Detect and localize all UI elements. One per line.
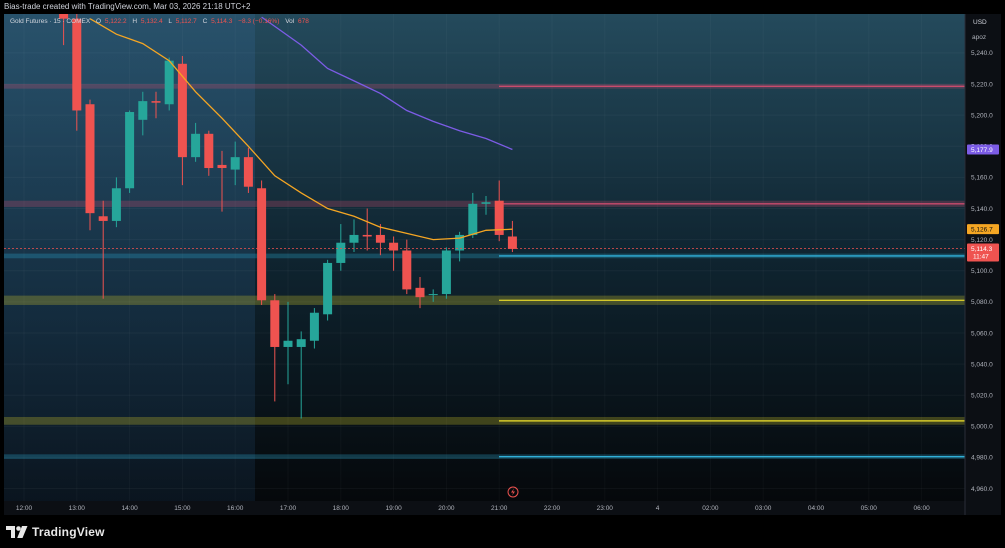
time-tick-label: 05:00 xyxy=(861,505,878,512)
attribution-text: Bias-trade created with TradingView.com,… xyxy=(4,2,251,11)
price-tick-label: 5,080.0 xyxy=(971,299,993,306)
attribution-bar: Bias-trade created with TradingView.com,… xyxy=(0,0,1005,14)
candle-body xyxy=(138,101,148,120)
time-tick-label: 14:00 xyxy=(121,505,138,512)
candle-body xyxy=(230,157,240,170)
tradingview-logo[interactable]: TradingView xyxy=(6,525,105,539)
candle-body xyxy=(257,188,267,301)
candle-body xyxy=(441,250,451,295)
candle-body xyxy=(177,63,187,158)
symbol-name: Gold Futures · 15 · COMEX xyxy=(10,18,91,25)
price-tick-label: 5,240.0 xyxy=(971,50,993,57)
candle-body xyxy=(468,203,478,235)
symbol-legend[interactable]: Gold Futures · 15 · COMEX O 5,122.2 H 5,… xyxy=(10,18,309,25)
footer-bar: TradingView xyxy=(0,515,1005,548)
candle-body xyxy=(428,294,438,296)
time-tick-label: 02:00 xyxy=(702,505,719,512)
price-tick-label: 5,000.0 xyxy=(971,424,993,431)
candle-body xyxy=(349,234,359,243)
price-axis-labels: 4,960.0 4,980.0 5,000.0 5,020.0 5,040.0 5,060… xyxy=(971,50,993,493)
price-tick-label: 5,120.0 xyxy=(971,237,993,244)
time-tick-label: 18:00 xyxy=(333,505,350,512)
last-price-tag: 5,114.3 11:47 xyxy=(967,243,999,262)
candle-body xyxy=(98,216,108,221)
candle-body xyxy=(375,234,385,243)
time-tick-label: 04:00 xyxy=(808,505,825,512)
close-label: C xyxy=(203,18,208,25)
time-tick-label: 22:00 xyxy=(544,505,561,512)
candle-body xyxy=(402,250,412,290)
time-tick-label: 19:00 xyxy=(385,505,402,512)
candle-body xyxy=(270,300,280,347)
last-price-value: 5,114.3 xyxy=(971,246,993,253)
bar-countdown: 11:47 xyxy=(973,253,989,260)
ema-fast-price-tag: 5,126.7 xyxy=(967,224,999,235)
low-label: L xyxy=(168,18,172,25)
high-label: H xyxy=(132,18,137,25)
candle-body xyxy=(336,242,346,263)
time-tick-label: 23:00 xyxy=(597,505,614,512)
price-tick-label: 5,020.0 xyxy=(971,392,993,399)
ema-fast-value: 5,126.7 xyxy=(971,226,993,233)
high-value: 5,132.4 xyxy=(141,18,163,25)
time-tick-label: 12:00 xyxy=(16,505,33,512)
candle-body xyxy=(415,287,425,298)
time-tick-label: 13:00 xyxy=(69,505,86,512)
price-axis[interactable] xyxy=(965,14,1001,515)
candle-body xyxy=(507,236,517,249)
candle-body xyxy=(389,242,399,251)
candle-body xyxy=(204,133,214,169)
price-tick-label: 4,960.0 xyxy=(971,486,993,493)
candle-body xyxy=(85,104,95,214)
time-tick-label: 15:00 xyxy=(174,505,191,512)
candle-body xyxy=(111,188,121,221)
price-tick-label: 5,040.0 xyxy=(971,361,993,368)
open-value: 5,122.2 xyxy=(105,18,127,25)
price-tick-label: 5,100.0 xyxy=(971,268,993,275)
svg-text:Gold Futures · 15 · COMEX: Gold Futures · 15 · COMEX O 5,122.2 H 5,… xyxy=(10,18,309,25)
candle-body xyxy=(151,101,161,103)
time-tick-label: 17:00 xyxy=(280,505,297,512)
chart-frame[interactable]: 12:00 13:00 14:00 15:00 16:00 17:00 18:00 19:00… xyxy=(4,14,1001,515)
candle-body xyxy=(125,112,135,189)
currency-label[interactable]: USD xyxy=(973,19,987,26)
time-tick-label: 20:00 xyxy=(438,505,455,512)
scale-mode-label[interactable]: apoz xyxy=(972,34,986,41)
price-tick-label: 5,220.0 xyxy=(971,81,993,88)
price-tick-label: 5,060.0 xyxy=(971,330,993,337)
time-tick-label: 06:00 xyxy=(913,505,930,512)
candle-body xyxy=(296,339,306,347)
candle-body xyxy=(217,164,227,169)
candle-body xyxy=(481,202,491,204)
close-value: 5,114.3 xyxy=(211,18,233,25)
candle-body xyxy=(72,18,82,111)
ema-slow-value: 5,177.9 xyxy=(971,147,993,154)
low-value: 5,112.7 xyxy=(176,18,198,25)
time-tick-label: 16:00 xyxy=(227,505,244,512)
price-tick-label: 5,140.0 xyxy=(971,206,993,213)
candle-body xyxy=(362,234,372,237)
volume-label: Vol xyxy=(285,18,295,25)
tradingview-logo-icon xyxy=(6,526,28,538)
candle-body xyxy=(323,262,333,315)
candle-body xyxy=(309,312,319,341)
tradingview-wordmark: TradingView xyxy=(32,525,105,539)
candle-body xyxy=(283,340,293,347)
price-chart[interactable]: 12:00 13:00 14:00 15:00 16:00 17:00 18:00 19:00… xyxy=(4,14,1001,515)
volume-value: 678 xyxy=(298,18,309,25)
time-tick-label: 03:00 xyxy=(755,505,772,512)
open-label: O xyxy=(96,18,101,25)
candle-body xyxy=(243,157,253,187)
time-tick-label: 4 xyxy=(656,505,660,512)
price-tick-label: 4,980.0 xyxy=(971,455,993,462)
candle-body xyxy=(191,133,201,158)
price-tick-label: 5,160.0 xyxy=(971,175,993,182)
ema-slow-price-tag: 5,177.9 xyxy=(967,144,999,155)
price-tick-label: 5,200.0 xyxy=(971,112,993,119)
change-value: −8.3 (−0.16%) xyxy=(238,18,279,25)
candle-body xyxy=(164,60,174,105)
time-tick-label: 21:00 xyxy=(491,505,508,512)
